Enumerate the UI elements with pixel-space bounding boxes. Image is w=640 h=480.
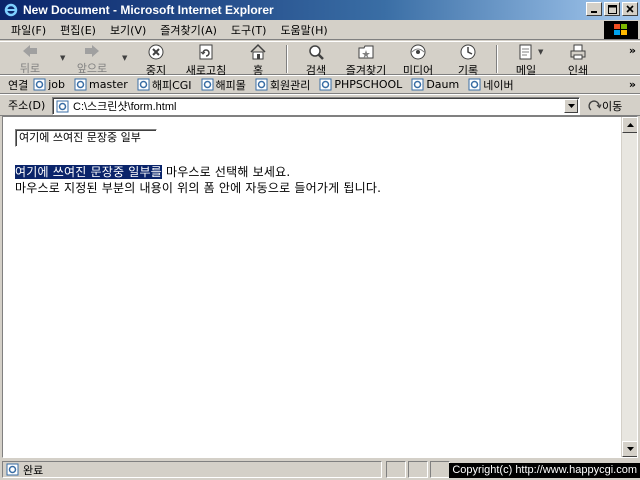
link-item[interactable]: Daum <box>411 78 459 91</box>
close-button[interactable] <box>622 2 638 16</box>
title-bar[interactable]: New Document - Microsoft Internet Explor… <box>0 0 640 20</box>
history-icon <box>459 43 477 61</box>
forward-label: 앞으로 <box>76 62 108 75</box>
vertical-scrollbar[interactable] <box>621 117 637 457</box>
menu-file[interactable]: 파일(F) <box>4 22 53 38</box>
link-item[interactable]: 해피CGI <box>137 77 192 93</box>
address-value: C:\스크린샷\form.html <box>73 101 177 113</box>
link-item[interactable]: 네이버 <box>468 77 514 93</box>
back-dropdown-icon[interactable]: ▼ <box>60 54 65 62</box>
window-title: New Document - Microsoft Internet Explor… <box>23 3 274 17</box>
ie-page-icon <box>137 78 150 91</box>
scroll-up-button[interactable] <box>622 117 637 133</box>
back-button[interactable]: 뒤로 <box>8 43 52 75</box>
history-button[interactable]: 기록 <box>446 43 490 77</box>
status-text: 완료 <box>23 463 44 477</box>
minimize-icon <box>591 11 597 13</box>
scroll-up-icon <box>626 123 634 127</box>
stop-icon <box>147 43 165 61</box>
link-item[interactable]: 해피몰 <box>201 77 246 93</box>
address-input[interactable]: C:\스크린샷\form.html <box>52 97 580 115</box>
menu-help[interactable]: 도움말(H) <box>273 22 334 38</box>
chevron-down-icon <box>567 104 575 108</box>
toolbar-separator <box>496 45 498 73</box>
go-label: 이동 <box>602 100 623 113</box>
print-button[interactable]: 인쇄 <box>556 43 600 77</box>
page-viewport: 여기에 쓰여진 문장중 일부 여기에 쓰여진 문장중 일부를 마우스로 선택해 … <box>2 116 638 458</box>
instruction-text: 여기에 쓰여진 문장중 일부를 마우스로 선택해 보세요. 마우스로 지정된 부… <box>15 164 381 196</box>
ie-page-icon <box>411 78 424 91</box>
go-arrow-icon <box>588 100 602 111</box>
scroll-down-icon <box>626 447 634 451</box>
link-item[interactable]: job <box>33 78 65 91</box>
refresh-button[interactable]: 새로고침 <box>184 43 228 77</box>
close-icon <box>626 5 634 13</box>
go-button[interactable]: 이동 <box>588 98 622 114</box>
address-label: 주소(D) <box>8 99 46 112</box>
ie-page-icon <box>56 100 69 112</box>
home-icon <box>249 43 267 61</box>
home-button[interactable]: 홈 <box>236 43 280 77</box>
ie-page-icon <box>319 78 332 91</box>
page-body: 여기에 쓰여진 문장중 일부 여기에 쓰여진 문장중 일부를 마우스로 선택해 … <box>3 117 621 457</box>
printer-icon <box>569 43 587 61</box>
refresh-icon <box>197 43 215 61</box>
status-pane <box>408 461 428 478</box>
favorites-folder-icon <box>357 43 375 61</box>
ie-page-icon <box>255 78 268 91</box>
toolbar-chevron-icon[interactable]: » <box>629 44 636 57</box>
instruction-line2: 마우스로 지정된 부분의 내용이 위의 폼 안에 자동으로 들어가게 됩니다. <box>15 181 382 195</box>
maximize-icon <box>607 4 617 14</box>
ie-page-icon <box>6 463 19 476</box>
mail-icon <box>517 43 535 61</box>
menu-tools[interactable]: 도구(T) <box>224 22 274 38</box>
mail-dropdown-icon[interactable]: ▼ <box>538 48 543 56</box>
menu-view[interactable]: 보기(V) <box>103 22 153 38</box>
forward-button[interactable]: 앞으로 <box>70 43 114 75</box>
stop-button[interactable]: 중지 <box>134 43 178 77</box>
links-bar: 연결 job master 해피CGI 해피몰 회원관리 PHPSCHOOL D… <box>0 75 640 94</box>
ie-page-icon <box>33 78 46 91</box>
copyright-watermark: Copyright(c) http://www.happycgi.com <box>449 463 640 478</box>
forward-dropdown-icon[interactable]: ▼ <box>122 54 127 62</box>
menu-edit[interactable]: 편집(E) <box>53 22 103 38</box>
link-item[interactable]: 회원관리 <box>255 77 310 93</box>
scroll-down-button[interactable] <box>622 441 637 457</box>
address-bar: 주소(D) C:\스크린샷\form.html 이동 <box>0 94 640 116</box>
search-button[interactable]: 검색 <box>294 43 338 77</box>
back-label: 뒤로 <box>19 62 41 75</box>
ie-logo-icon <box>3 2 19 18</box>
links-label: 연결 <box>8 78 29 92</box>
minimize-button[interactable] <box>586 2 602 16</box>
windows-logo-icon <box>604 21 638 39</box>
address-dropdown-button[interactable] <box>564 99 578 113</box>
link-item[interactable]: PHPSCHOOL <box>319 78 402 91</box>
status-bar: 완료 Copyright(c) http://www.happycgi.com <box>0 460 640 480</box>
selection-text-input[interactable]: 여기에 쓰여진 문장중 일부 <box>15 129 157 147</box>
maximize-button[interactable] <box>604 2 620 16</box>
media-icon <box>409 43 427 61</box>
favorites-button[interactable]: 즐겨찾기 <box>344 43 388 77</box>
status-pane <box>430 461 450 478</box>
browser-window: New Document - Microsoft Internet Explor… <box>0 0 640 480</box>
media-button[interactable]: 미디어 <box>396 43 440 77</box>
search-icon <box>307 43 325 61</box>
instruction-line1-rest: 마우스로 선택해 보세요. <box>161 165 291 179</box>
status-pane <box>386 461 406 478</box>
selected-text[interactable]: 여기에 쓰여진 문장중 일부를 <box>15 165 162 179</box>
ie-page-icon <box>201 78 214 91</box>
toolbar-separator <box>286 45 288 73</box>
forward-arrow-icon <box>83 43 101 59</box>
ie-page-icon <box>74 78 87 91</box>
link-item[interactable]: master <box>74 78 128 91</box>
back-arrow-icon <box>21 43 39 59</box>
menu-favorites[interactable]: 즐겨찾기(A) <box>153 22 224 38</box>
ie-page-icon <box>468 78 481 91</box>
menu-bar: 파일(F) 편집(E) 보기(V) 즐겨찾기(A) 도구(T) 도움말(H) <box>0 20 640 40</box>
standard-toolbar: 뒤로 ▼ 앞으로 ▼ 중지 새로고침 홈 검색 즐겨찾기 미디어 기록 메일 ▼… <box>0 41 640 77</box>
status-main-pane: 완료 <box>2 461 382 478</box>
links-chevron-icon[interactable]: » <box>629 78 636 91</box>
